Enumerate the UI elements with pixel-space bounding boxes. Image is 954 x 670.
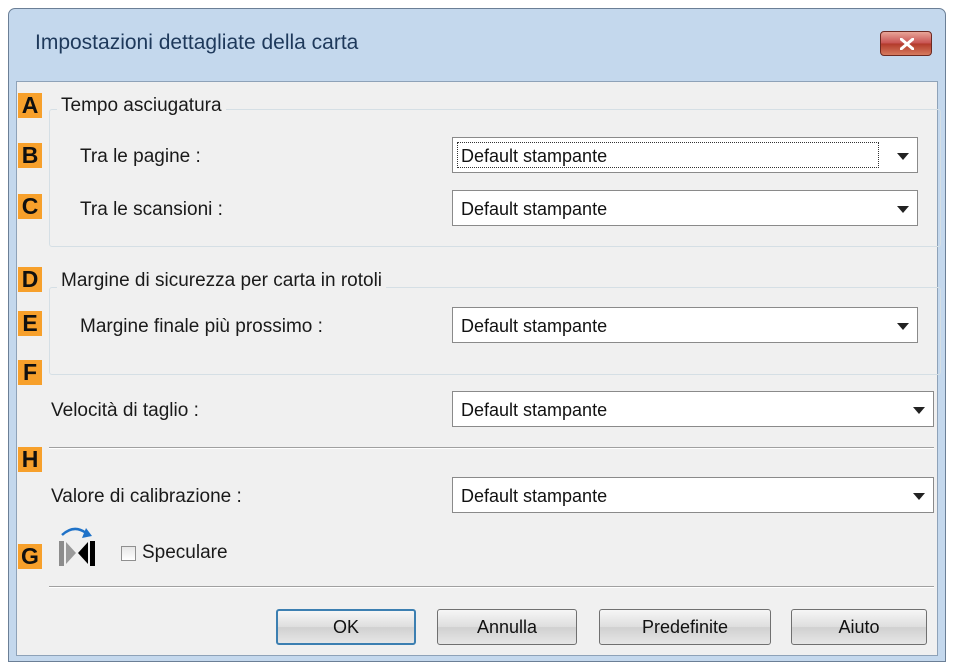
close-button[interactable] — [880, 31, 932, 56]
marker-b: B — [18, 143, 42, 168]
title-bar[interactable]: Impostazioni dettagliate della carta — [9, 9, 945, 73]
cut-speed-dropdown[interactable]: Default stampante — [452, 391, 934, 427]
near-end-margin-label: Margine finale più prossimo : — [80, 316, 323, 337]
dialog-window: Impostazioni dettagliate della carta A T… — [8, 8, 946, 662]
chevron-down-icon — [897, 153, 909, 160]
calibration-dropdown[interactable]: Default stampante — [452, 477, 934, 513]
mirror-checkbox[interactable] — [121, 546, 136, 561]
drying-time-label: Tempo asciugatura — [57, 95, 226, 117]
between-scans-label: Tra le scansioni : — [80, 199, 223, 220]
between-pages-label: Tra le pagine : — [80, 146, 201, 167]
roll-margin-label: Margine di sicurezza per carta in rotoli — [57, 270, 387, 292]
dialog-content: A Tempo asciugatura B Tra le pagine : De… — [16, 81, 941, 656]
marker-g: G — [18, 544, 42, 569]
divider — [49, 586, 934, 588]
marker-f: F — [18, 360, 42, 385]
near-end-margin-dropdown[interactable]: Default stampante — [452, 307, 918, 343]
between-pages-dropdown[interactable]: Default stampante — [452, 137, 918, 173]
between-pages-value: Default stampante — [461, 146, 608, 166]
between-scans-dropdown[interactable]: Default stampante — [452, 190, 918, 226]
cut-speed-label: Velocità di taglio : — [51, 400, 199, 421]
marker-a: A — [18, 93, 42, 118]
between-scans-value: Default stampante — [461, 199, 608, 219]
cancel-button[interactable]: Annulla — [437, 609, 577, 645]
calibration-label: Valore di calibrazione : — [51, 486, 242, 507]
marker-e: E — [18, 311, 42, 336]
divider — [49, 447, 934, 449]
near-end-margin-value: Default stampante — [461, 316, 608, 336]
help-button[interactable]: Aiuto — [791, 609, 927, 645]
marker-h: H — [18, 447, 42, 472]
window-title: Impostazioni dettagliate della carta — [35, 31, 359, 54]
chevron-down-icon — [913, 407, 925, 414]
drying-time-group — [49, 109, 941, 247]
chevron-down-icon — [897, 206, 909, 213]
mirror-image-icon — [59, 527, 95, 566]
mirror-label: Speculare — [142, 542, 228, 563]
marker-c: C — [18, 194, 42, 219]
marker-d: D — [18, 267, 42, 292]
chevron-down-icon — [897, 323, 909, 330]
close-icon — [900, 38, 914, 50]
chevron-down-icon — [913, 493, 925, 500]
cut-speed-value: Default stampante — [461, 400, 608, 420]
ok-button[interactable]: OK — [276, 609, 416, 645]
defaults-button[interactable]: Predefinite — [599, 609, 771, 645]
calibration-value: Default stampante — [461, 486, 608, 506]
